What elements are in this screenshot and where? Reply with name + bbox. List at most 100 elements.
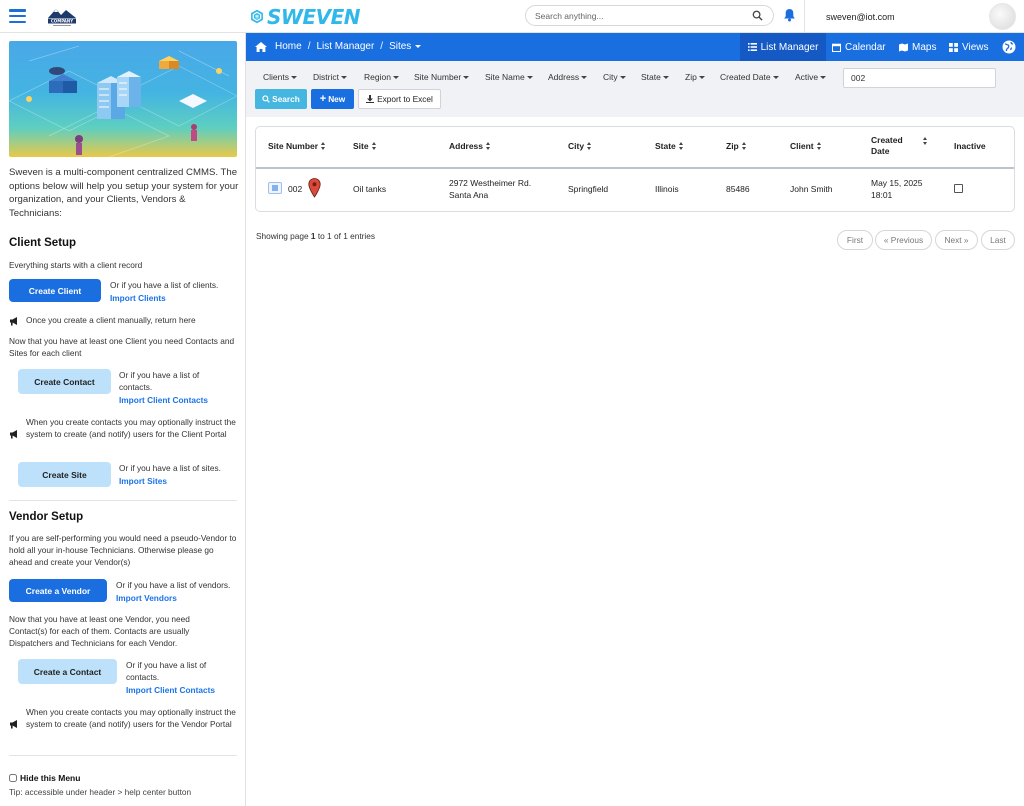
- hide-menu-checkbox[interactable]: [9, 774, 17, 782]
- breadcrumb-list-manager[interactable]: List Manager: [316, 41, 374, 52]
- map-icon: [899, 43, 908, 51]
- import-vendor-client-contacts-link[interactable]: Import Client Contacts: [126, 684, 215, 696]
- pagination-next[interactable]: Next »: [935, 230, 978, 250]
- chevron-down-icon: [772, 75, 779, 79]
- section-divider: [9, 755, 237, 756]
- global-search-input[interactable]: [535, 6, 735, 25]
- chevron-down-icon[interactable]: [415, 45, 422, 48]
- breadcrumb-sites[interactable]: Sites: [389, 41, 411, 52]
- home-icon[interactable]: [255, 41, 267, 52]
- filter-active[interactable]: Active: [795, 72, 827, 82]
- export-button-label: Export to Excel: [377, 94, 433, 104]
- filter-address[interactable]: Address: [548, 72, 588, 82]
- sweven-hex-icon: [251, 9, 263, 24]
- filter-state[interactable]: State: [641, 72, 669, 82]
- sites-list-text: Or if you have a list of sites.: [119, 463, 221, 473]
- map-pin-icon[interactable]: [308, 178, 321, 198]
- sort-icon: [371, 142, 377, 150]
- hamburger-menu-icon[interactable]: [9, 9, 26, 23]
- vendor-portal-note: When you create contacts you may optiona…: [26, 707, 236, 729]
- site-number-link[interactable]: 002: [288, 183, 302, 195]
- column-header-site-number[interactable]: Site Number: [268, 141, 326, 151]
- hide-menu-label: Hide this Menu: [20, 773, 81, 783]
- filter-region[interactable]: Region: [364, 72, 399, 82]
- main-nav-bar: Home / List Manager / Sites List Manager…: [246, 33, 1024, 61]
- filter-city[interactable]: City: [603, 72, 626, 82]
- filter-site-name[interactable]: Site Name: [485, 72, 533, 82]
- chevron-down-icon: [290, 75, 297, 79]
- column-header-state[interactable]: State: [655, 141, 684, 151]
- sweven-logo: SWEVEN: [250, 3, 361, 30]
- column-header-address[interactable]: Address: [449, 141, 491, 151]
- nav-maps[interactable]: Maps: [899, 33, 936, 61]
- create-vendor-button[interactable]: Create a Vendor: [9, 579, 107, 602]
- client-link[interactable]: John Smith: [790, 183, 833, 195]
- export-excel-button[interactable]: Export to Excel: [358, 89, 441, 109]
- megaphone-icon: [10, 317, 17, 326]
- filter-site-number[interactable]: Site Number: [414, 72, 470, 82]
- column-header-zip[interactable]: Zip: [726, 141, 747, 151]
- nav-list-manager[interactable]: List Manager: [740, 33, 826, 61]
- create-a-contact-button[interactable]: Create a Contact: [18, 659, 117, 684]
- user-avatar[interactable]: [989, 3, 1016, 30]
- return-note: Once you create a client manually, retur…: [26, 315, 196, 325]
- breadcrumb-separator: /: [307, 41, 311, 52]
- address-line1: 2972 Westheimer Rd.: [449, 178, 532, 188]
- created-time: 18:01: [871, 190, 893, 200]
- column-header-inactive: Inactive: [954, 141, 986, 151]
- globe-icon[interactable]: [1002, 40, 1016, 54]
- sort-icon: [587, 142, 592, 150]
- city: Springfield: [568, 184, 609, 194]
- filter-zip[interactable]: Zip: [685, 72, 705, 82]
- plus-icon: +: [319, 93, 327, 105]
- filter-search-input[interactable]: [843, 68, 996, 88]
- pagination-previous[interactable]: « Previous: [875, 230, 932, 250]
- nav-views[interactable]: Views: [949, 33, 989, 61]
- calendar-icon: [832, 43, 841, 52]
- sort-icon: [923, 137, 928, 145]
- nav-list-manager-label: List Manager: [760, 41, 819, 53]
- zip: 85486: [726, 184, 750, 194]
- sort-icon: [321, 142, 326, 150]
- list-icon: [747, 43, 757, 51]
- filter-created-date[interactable]: Created Date: [720, 72, 779, 82]
- sidebar-intro: Sweven is a multi-component centralized …: [9, 167, 239, 219]
- create-client-button[interactable]: Create Client: [9, 279, 101, 302]
- column-header-site[interactable]: Site: [353, 141, 377, 151]
- search-icon[interactable]: [752, 10, 763, 21]
- column-header-client[interactable]: Client: [790, 141, 822, 151]
- column-header-created-date[interactable]: Created Date: [871, 135, 931, 157]
- chevron-down-icon: [662, 75, 669, 79]
- pagination-first[interactable]: First: [837, 230, 873, 250]
- breadcrumb-home[interactable]: Home: [275, 41, 302, 52]
- row-details-icon[interactable]: [268, 182, 282, 194]
- inactive-checkbox[interactable]: [954, 184, 963, 193]
- search-button-label: Search: [272, 94, 300, 104]
- filter-clients[interactable]: Clients: [263, 72, 297, 82]
- sort-icon: [486, 142, 491, 150]
- sort-icon: [678, 142, 684, 150]
- import-vendors-link[interactable]: Import Vendors: [116, 592, 177, 604]
- vendors-list-text: Or if you have a list of vendors.: [116, 580, 231, 590]
- chevron-down-icon: [526, 75, 533, 79]
- notification-bell-icon[interactable]: [783, 8, 796, 22]
- chevron-down-icon: [698, 75, 705, 79]
- pagination-last[interactable]: Last: [981, 230, 1015, 250]
- global-search[interactable]: [525, 5, 774, 26]
- nav-calendar[interactable]: Calendar: [832, 33, 886, 61]
- breadcrumb: Home / List Manager / Sites: [255, 41, 422, 52]
- import-sites-link[interactable]: Import Sites: [119, 475, 167, 487]
- create-contact-button[interactable]: Create Contact: [18, 369, 111, 394]
- grid-icon: [949, 42, 958, 52]
- hide-menu-toggle[interactable]: Hide this Menu: [9, 773, 80, 783]
- clients-list-text: Or if you have a list of clients.: [110, 280, 219, 290]
- filter-district[interactable]: District: [313, 72, 347, 82]
- search-button[interactable]: Search: [255, 89, 307, 109]
- import-client-contacts-link[interactable]: Import Client Contacts: [119, 394, 208, 406]
- column-header-city[interactable]: City: [568, 141, 592, 151]
- create-site-button[interactable]: Create Site: [18, 462, 111, 487]
- import-clients-link[interactable]: Import Clients: [110, 292, 166, 304]
- new-button[interactable]: + New: [311, 89, 354, 109]
- state: Illinois: [655, 184, 679, 194]
- contacts-list-text: Or if you have a list of contacts.: [119, 370, 200, 392]
